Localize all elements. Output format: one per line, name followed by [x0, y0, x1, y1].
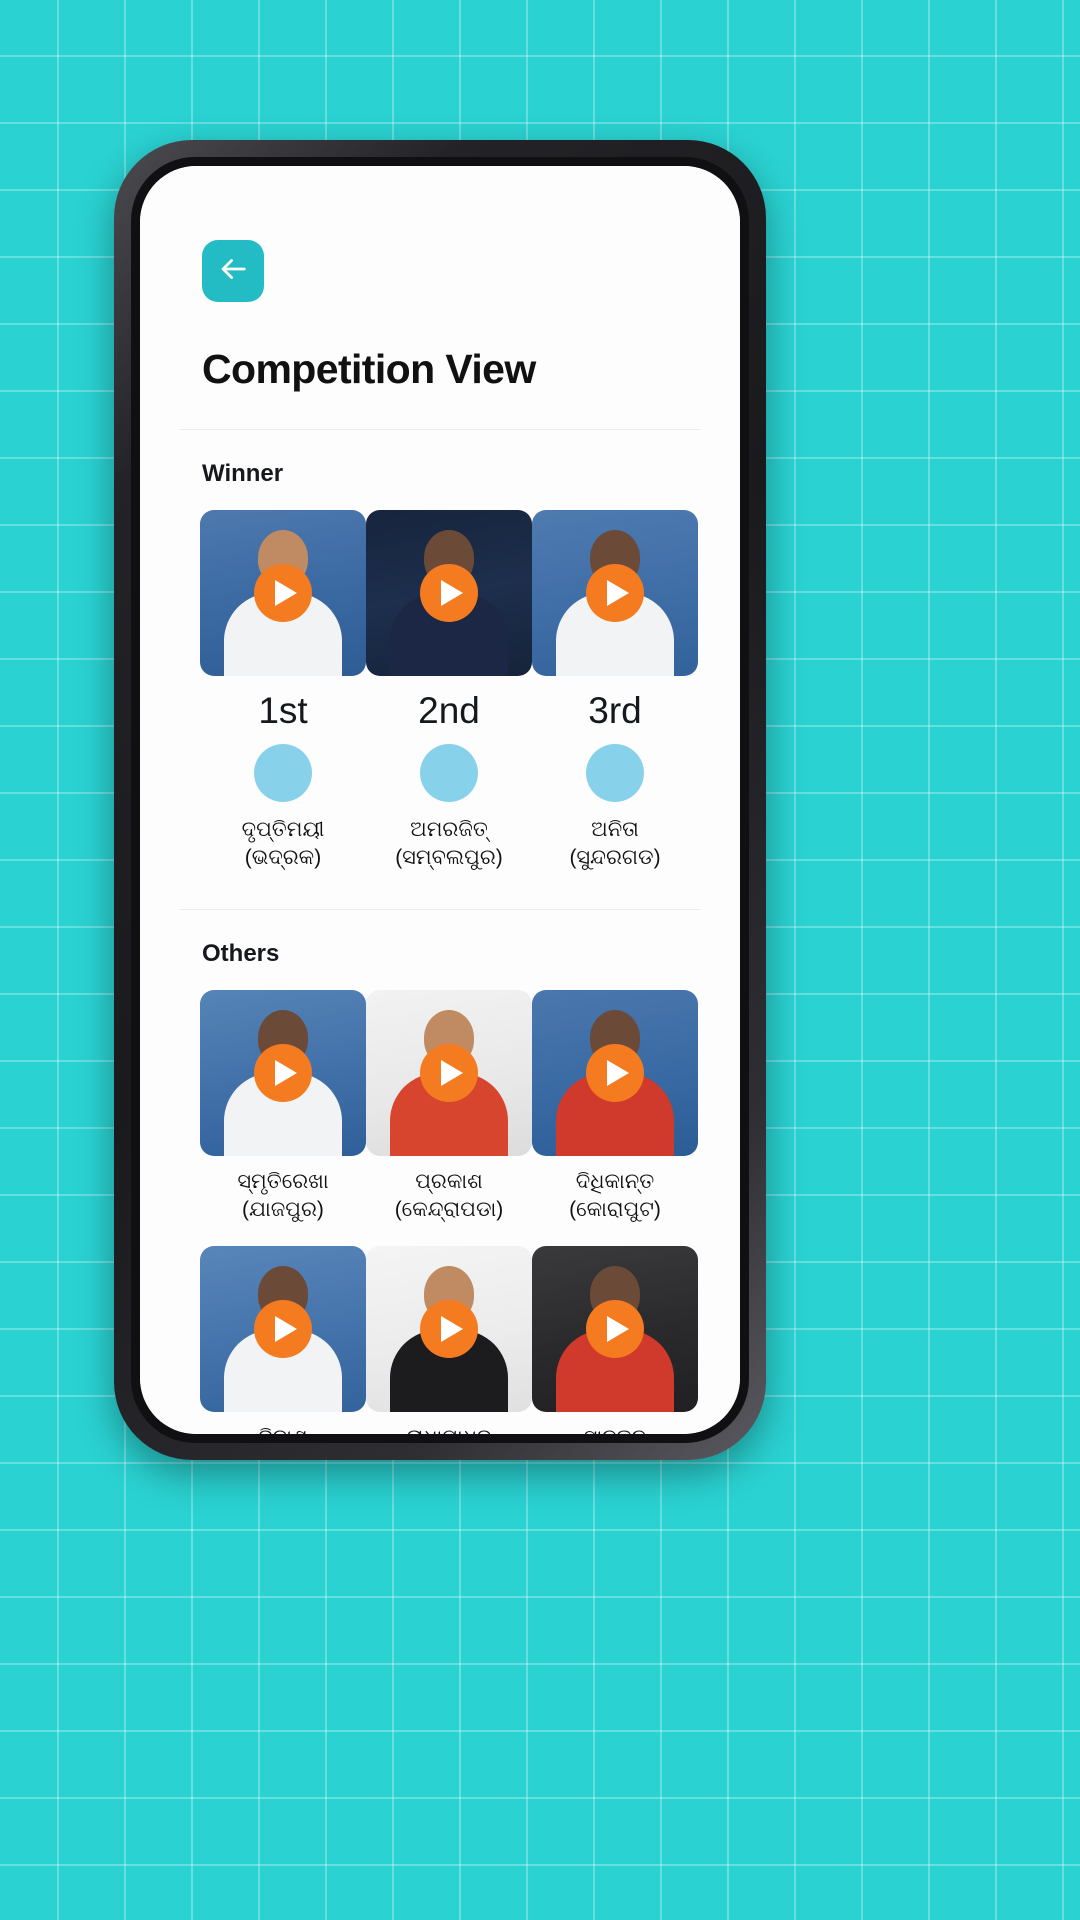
- video-thumbnail[interactable]: [532, 989, 698, 1156]
- participant-name: ରାଧାମାଧବ (ପୁରୀ): [407, 1424, 492, 1434]
- winner-row: 1st ଦୃପ୍ତିମୟୀ (ଭଦ୍ରକ) 2nd ଅମରଜିତ୍ (ସମ୍ବଲ…: [140, 510, 740, 873]
- video-thumbnail[interactable]: [532, 510, 698, 676]
- others-card-4[interactable]: ବିଜାଶ (ଖୋର୍ଦ୍ଧା): [200, 1246, 366, 1434]
- winner-section: Winner 1st ଦୃପ୍ତିମୟୀ (ଭଦ୍ରକ) 2nd ଅମରଜିତ୍…: [140, 460, 740, 910]
- participant-name: ଦିଧିକାନ୍ତ (କୋରାପୁଟ): [569, 1168, 661, 1225]
- video-thumbnail[interactable]: [366, 989, 532, 1156]
- participant-name-text: ସ୍ମୃତିରେଖା: [237, 1169, 329, 1193]
- play-icon[interactable]: [254, 1043, 312, 1102]
- header-divider: [180, 429, 700, 430]
- video-thumbnail[interactable]: [200, 1246, 366, 1413]
- others-card-3[interactable]: ଦିଧିକାନ୍ତ (କୋରାପୁଟ): [532, 989, 698, 1225]
- participant-location: (ସୁନ୍ଦରଗଡ): [569, 846, 661, 870]
- rank-label: 3rd: [588, 690, 642, 731]
- rank-label: 1st: [258, 690, 308, 731]
- participant-name: ବିଜାଶ (ଖୋର୍ଦ୍ଧା): [244, 1424, 322, 1434]
- play-icon[interactable]: [254, 564, 312, 622]
- avatar: [586, 744, 644, 802]
- play-icon[interactable]: [586, 1043, 644, 1102]
- app-header: Competition View: [140, 166, 740, 430]
- video-thumbnail[interactable]: [200, 510, 366, 676]
- avatar: [420, 744, 478, 802]
- video-thumbnail[interactable]: [366, 1246, 532, 1413]
- play-icon[interactable]: [586, 1300, 644, 1359]
- participant-name: ସ୍ମୃତିରେଖା (ଯାଜପୁର): [237, 1168, 328, 1225]
- participant-name: ଦୃପ୍ତିମୟୀ (ଭଦ୍ରକ): [242, 816, 325, 873]
- participant-name: ଅନିତା (ସୁନ୍ଦରଗଡ): [569, 816, 660, 873]
- winner-card-2[interactable]: 2nd ଅମରଜିତ୍ (ସମ୍ବଲପୁର): [366, 510, 532, 873]
- winner-section-divider: [180, 908, 700, 910]
- participant-location: (କେନ୍ଦ୍ରାପଡା): [394, 1198, 504, 1222]
- page-title: Competition View: [202, 346, 536, 392]
- arrow-left-icon: [216, 252, 250, 291]
- play-icon[interactable]: [420, 1300, 478, 1359]
- section-label-winner: Winner: [202, 460, 284, 487]
- participant-location: (ଯାଜପୁର): [242, 1198, 324, 1222]
- play-icon[interactable]: [420, 564, 478, 622]
- avatar: [254, 744, 312, 802]
- rank-label: 2nd: [418, 690, 480, 731]
- others-row-2: ବିଜାଶ (ଖୋର୍ଦ୍ଧା): [140, 1246, 740, 1434]
- play-icon[interactable]: [586, 564, 644, 622]
- participant-name-text: ଅମରଜିତ୍: [410, 818, 488, 841]
- participant-location: (କୋରାପୁଟ): [569, 1198, 661, 1222]
- others-card-2[interactable]: ପ୍ରକାଶ (କେନ୍ଦ୍ରାପଡା): [366, 989, 532, 1225]
- video-thumbnail[interactable]: [366, 510, 532, 676]
- section-label-others: Others: [202, 939, 280, 967]
- phone-screen: Competition View Winner 1st ଦୃପ୍ତିମୟୀ (ଭ…: [140, 166, 740, 1434]
- others-row-1: ସ୍ମୃତିରେଖା (ଯାଜପୁର) ପ୍ରକାଶ (କେନ୍ଦ୍ରାପଡା)…: [140, 989, 740, 1225]
- participant-name-text: ସାନ୍ତନୁ: [584, 1426, 646, 1434]
- play-icon[interactable]: [254, 1300, 312, 1359]
- participant-name: ସାନ୍ତନୁ (କେନ୍ଦ୍ରାପଡା): [561, 1424, 670, 1434]
- participant-name-text: ରାଧାମାଧବ: [407, 1426, 492, 1434]
- participant-name: ଅମରଜିତ୍ (ସମ୍ବଲପୁର): [395, 816, 503, 873]
- participant-location: (ଭଦ୍ରକ): [244, 846, 322, 870]
- participant-name-text: ଅନିତା: [591, 818, 639, 841]
- winner-card-1[interactable]: 1st ଦୃପ୍ତିମୟୀ (ଭଦ୍ରକ): [200, 510, 366, 873]
- others-card-1[interactable]: ସ୍ମୃତିରେଖା (ଯାଜପୁର): [200, 989, 366, 1225]
- video-thumbnail[interactable]: [200, 989, 366, 1156]
- app-content: Competition View Winner 1st ଦୃପ୍ତିମୟୀ (ଭ…: [140, 166, 740, 1434]
- participant-name-text: ପ୍ରକାଶ: [415, 1169, 483, 1193]
- others-section: Others ସ୍ମୃତିରେଖା (ଯାଜପୁର) ପ୍ରକାଶ (କେନ୍ଦ…: [140, 940, 740, 1434]
- others-card-5[interactable]: ରାଧାମାଧବ (ପୁରୀ): [366, 1246, 532, 1434]
- participant-name: ପ୍ରକାଶ (କେନ୍ଦ୍ରାପଡା): [395, 1168, 504, 1225]
- phone-device-frame: Competition View Winner 1st ଦୃପ୍ତିମୟୀ (ଭ…: [114, 140, 766, 1460]
- others-card-6[interactable]: ସାନ୍ତନୁ (କେନ୍ଦ୍ରାପଡା): [532, 1246, 698, 1434]
- back-button[interactable]: [202, 240, 264, 302]
- winner-card-3[interactable]: 3rd ଅନିତା (ସୁନ୍ଦରଗଡ): [532, 510, 698, 873]
- play-icon[interactable]: [420, 1043, 478, 1102]
- participant-name-text: ଦୃପ୍ତିମୟୀ: [241, 818, 325, 841]
- participant-name-text: ବିଜାଶ: [258, 1426, 307, 1434]
- phone-bezel: Competition View Winner 1st ଦୃପ୍ତିମୟୀ (ଭ…: [131, 157, 749, 1443]
- participant-location: (ସମ୍ବଲପୁର): [395, 846, 503, 870]
- video-thumbnail[interactable]: [532, 1246, 698, 1413]
- participant-name-text: ଦିଧିକାନ୍ତ: [575, 1169, 655, 1193]
